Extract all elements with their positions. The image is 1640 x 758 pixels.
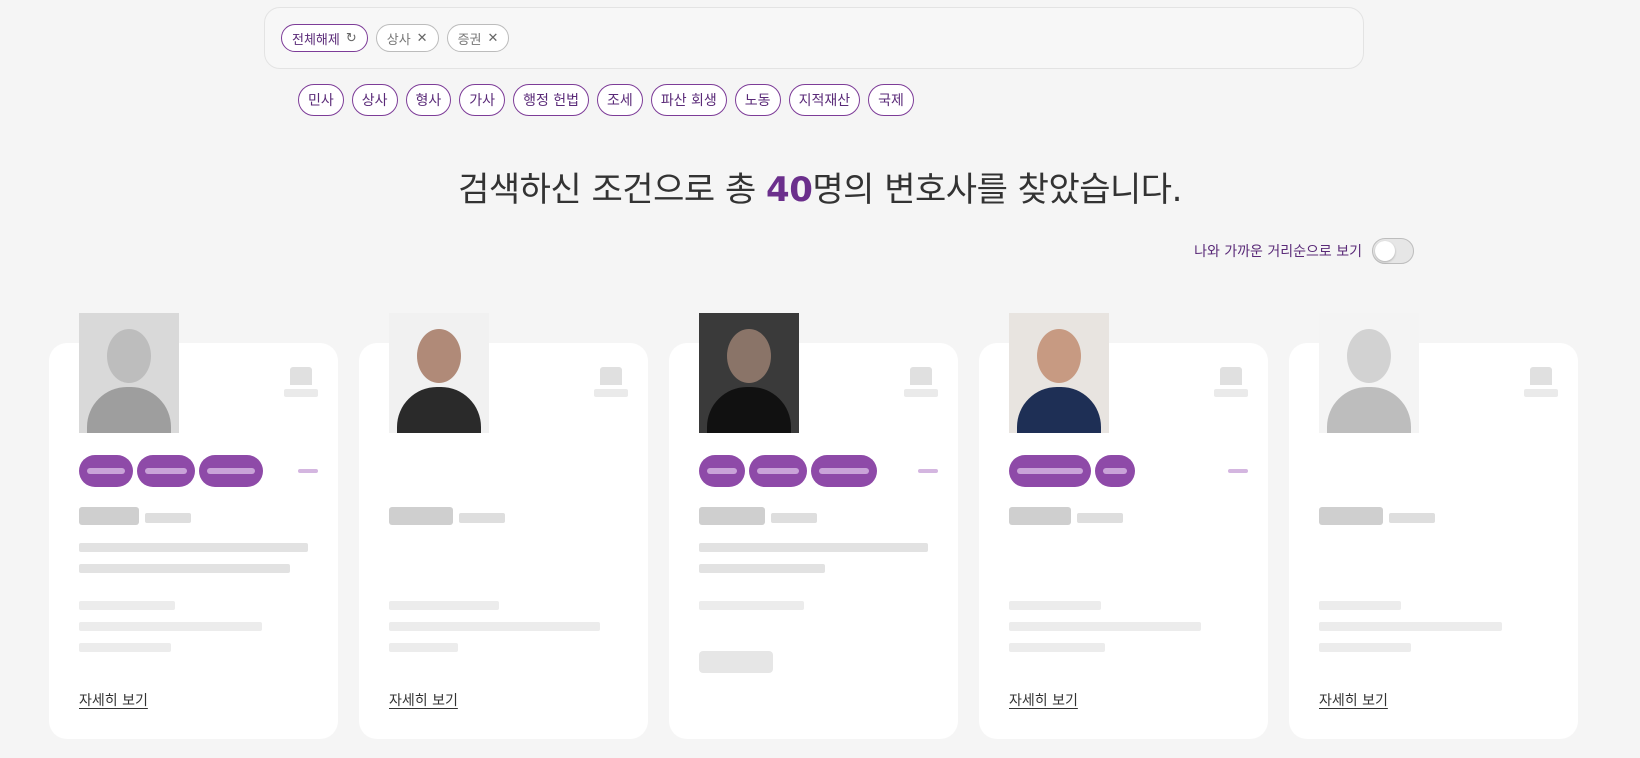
specialty-tag [137, 455, 195, 487]
lawyer-name [389, 507, 505, 525]
selected-filter-chip[interactable]: 상사 ✕ [375, 24, 439, 52]
lawyer-card[interactable]: 자세히 보기 [1289, 313, 1578, 739]
specialty-tag [1095, 455, 1135, 487]
view-details-link[interactable]: 자세히 보기 [1319, 690, 1388, 710]
lawyer-name [79, 507, 191, 525]
bookmark-icon[interactable] [1524, 367, 1558, 407]
category-filter-row: 민사 상사 형사 가사 행정 헌법 조세 파산 회생 노동 지적재산 국제 [298, 84, 914, 116]
bookmark-icon[interactable] [594, 367, 628, 407]
specialty-tag [1009, 455, 1091, 487]
category-chip[interactable]: 노동 [734, 84, 781, 116]
distance-sort-label: 나와 가까운 거리순으로 보기 [1194, 244, 1362, 260]
category-chip[interactable]: 국제 [868, 84, 914, 116]
specialty-tag [749, 455, 807, 487]
lawyer-card[interactable]: 자세히 보기 [359, 313, 648, 739]
lawyer-card-list: 자세히 보기 자세히 보기 자세히 보기 자세히 보기 [49, 313, 1578, 739]
bookmark-icon[interactable] [904, 367, 938, 407]
lawyer-card[interactable] [669, 313, 958, 739]
lawyer-card[interactable]: 자세히 보기 [979, 313, 1268, 739]
result-prefix: 검색하신 조건으로 총 [458, 170, 767, 210]
lawyer-name [699, 507, 817, 525]
result-suffix: 명의 변호사를 찾았습니다. [812, 170, 1182, 210]
selected-filter-label: 증권 [457, 32, 482, 48]
view-details-link[interactable]: 자세히 보기 [79, 690, 148, 710]
category-chip[interactable]: 파산 회생 [650, 84, 727, 116]
selected-filter-chip[interactable]: 증권 ✕ [446, 24, 510, 52]
close-icon[interactable]: ✕ [417, 31, 428, 46]
category-chip[interactable]: 조세 [597, 84, 643, 116]
lawyer-intro [79, 543, 308, 585]
reset-filters-button[interactable]: 전체해제 ↻ [281, 24, 368, 52]
specialty-tag [199, 455, 263, 487]
specialty-tag [699, 455, 745, 487]
lawyer-card[interactable]: 자세히 보기 [49, 313, 338, 739]
category-chip[interactable]: 상사 [351, 84, 398, 116]
lawyer-photo [699, 313, 799, 433]
category-chip[interactable]: 민사 [298, 84, 344, 116]
view-details-link[interactable]: 자세히 보기 [389, 690, 458, 710]
distance-sort-toggle[interactable] [1372, 238, 1414, 264]
category-chip[interactable]: 행정 헌법 [513, 84, 590, 116]
category-chip[interactable]: 지적재산 [788, 84, 861, 116]
more-tags-indicator [298, 469, 318, 473]
lawyer-photo [79, 313, 179, 433]
lawyer-intro [699, 543, 928, 585]
more-tags-indicator [1228, 469, 1248, 473]
distance-sort-control: 나와 가까운 거리순으로 보기 [1194, 238, 1414, 264]
specialty-tags [79, 455, 318, 487]
lawyer-office-info [699, 601, 928, 622]
refresh-icon: ↻ [345, 30, 357, 46]
category-chip[interactable]: 가사 [459, 84, 506, 116]
close-icon[interactable]: ✕ [488, 31, 499, 46]
bookmark-icon[interactable] [1214, 367, 1248, 407]
lawyer-photo [389, 313, 489, 433]
lawyer-name [1009, 507, 1123, 525]
selected-filter-label: 상사 [386, 32, 411, 48]
specialty-tags [699, 455, 938, 487]
lawyer-search-page: 전체해제 ↻ 상사 ✕ 증권 ✕ 민사 상사 형사 가사 행정 헌법 조세 파산… [0, 0, 1640, 758]
lawyer-office-info [1009, 601, 1238, 664]
more-tags-indicator [918, 469, 938, 473]
view-details-link[interactable]: 자세히 보기 [1009, 690, 1078, 710]
lawyer-photo [1009, 313, 1109, 433]
lawyer-badge [699, 651, 773, 673]
toggle-knob [1375, 241, 1395, 261]
specialty-tag [79, 455, 133, 487]
result-count-headline: 검색하신 조건으로 총 40명의 변호사를 찾았습니다. [0, 162, 1640, 211]
specialty-tag [811, 455, 877, 487]
lawyer-office-info [389, 601, 618, 664]
lawyer-photo [1319, 313, 1419, 433]
result-count: 40 [766, 170, 813, 210]
category-chip[interactable]: 형사 [405, 84, 452, 116]
lawyer-office-info [79, 601, 308, 664]
specialty-tags [1009, 455, 1248, 487]
bookmark-icon[interactable] [284, 367, 318, 407]
reset-filters-label: 전체해제 [292, 32, 340, 48]
lawyer-name [1319, 507, 1435, 525]
active-filter-bar: 전체해제 ↻ 상사 ✕ 증권 ✕ [264, 7, 1364, 69]
lawyer-office-info [1319, 601, 1548, 664]
